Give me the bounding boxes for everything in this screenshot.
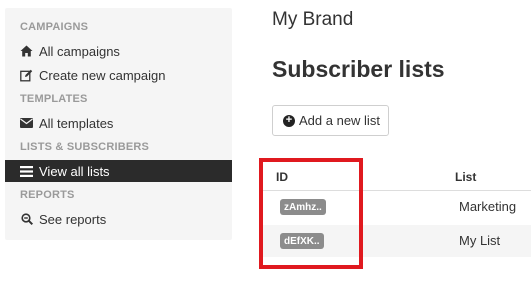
- plus-circle-icon: +: [283, 114, 295, 127]
- home-icon: [20, 45, 33, 58]
- add-list-button[interactable]: + Add a new list: [272, 105, 389, 136]
- sidebar-item-label: All templates: [39, 115, 114, 131]
- add-list-label: Add a new list: [299, 113, 380, 128]
- sidebar-item-all-campaigns[interactable]: All campaigns: [5, 40, 232, 62]
- sidebar-item-label: View all lists: [39, 163, 110, 179]
- brand-name: My Brand: [272, 9, 354, 30]
- sidebar-item-label: Create new campaign: [39, 67, 166, 83]
- list-name-link[interactable]: My List: [459, 233, 500, 248]
- list-icon: [20, 165, 33, 178]
- templates-heading: TEMPLATES: [20, 93, 88, 105]
- sidebar-item-create-campaign[interactable]: Create new campaign: [5, 64, 232, 86]
- lists-heading: LISTS & SUBSCRIBERS: [20, 141, 150, 153]
- campaigns-heading: CAMPAIGNS: [20, 21, 89, 33]
- sidebar-item-all-templates[interactable]: All templates: [5, 112, 232, 134]
- sidebar-item-label: All campaigns: [39, 43, 120, 59]
- sidebar-item-see-reports[interactable]: See reports: [5, 208, 232, 230]
- search-report-icon: [20, 213, 33, 226]
- envelope-icon: [20, 117, 33, 130]
- sidebar-item-view-all-lists[interactable]: View all lists: [5, 160, 232, 182]
- list-name-link[interactable]: Marketing: [459, 199, 516, 214]
- edit-icon: [20, 69, 33, 82]
- id-column-highlight: [259, 158, 363, 269]
- page-title: Subscriber lists: [272, 56, 445, 82]
- sidebar-item-label: See reports: [39, 211, 107, 227]
- sidebar: CAMPAIGNS All campaigns Create new campa…: [5, 8, 232, 240]
- reports-heading: REPORTS: [20, 189, 75, 201]
- column-header-list: List: [455, 170, 477, 184]
